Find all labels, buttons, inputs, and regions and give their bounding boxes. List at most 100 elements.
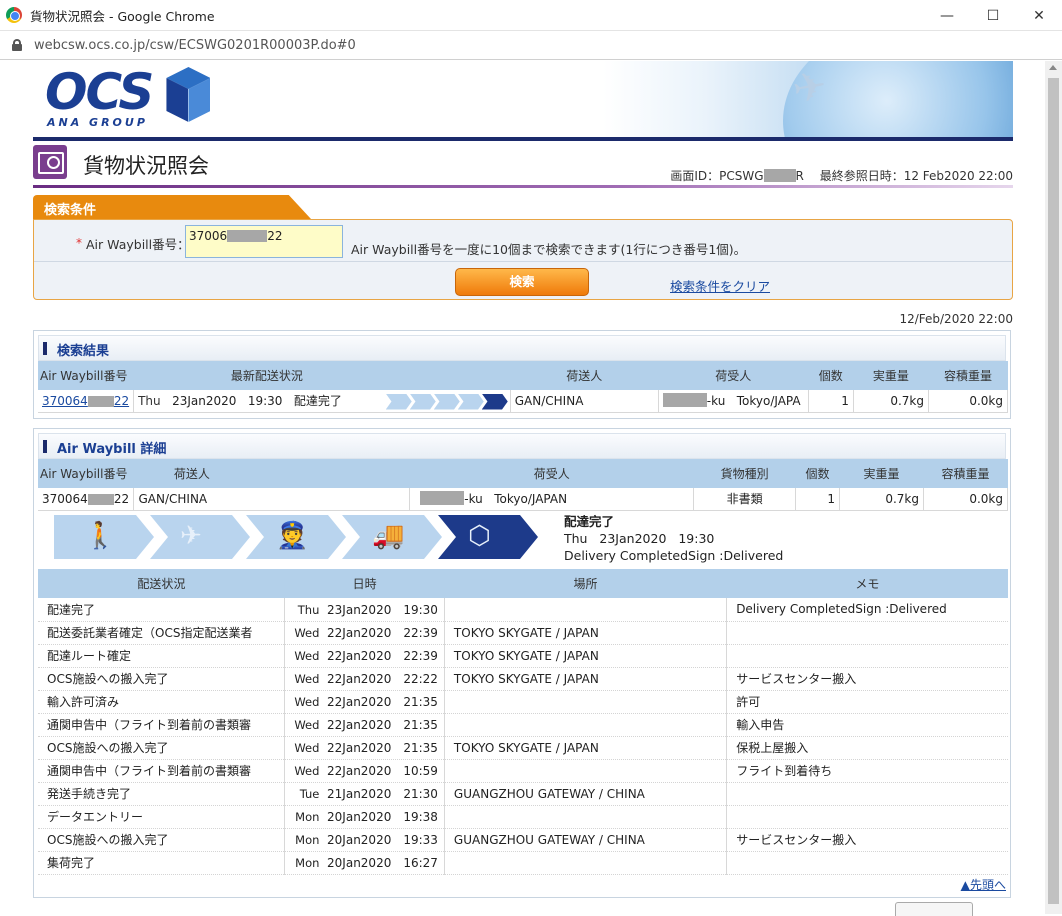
search-conditions-label: 検索条件 <box>44 203 97 218</box>
history-memo-cell <box>726 851 1008 875</box>
page-content: ✈ OCS ANA GROUP 貨物状況照会 画面ID：PCSWG R 最終参照日… <box>33 61 1013 916</box>
current-status-label: 配達完了 <box>564 514 615 529</box>
search-button[interactable]: 検索 <box>455 268 589 296</box>
history-datetime-cell: Mon 20Jan2020 19:33 <box>284 828 445 852</box>
ocs-logo[interactable]: OCS ANA GROUP <box>45 67 216 129</box>
history-memo-cell: サービスセンター搬入 <box>726 667 1008 691</box>
history-row: OCS施設への搬入完了 Wed 22Jan2020 22:22 TOKYO SKYG… <box>38 667 1008 691</box>
history-place-cell <box>444 598 728 622</box>
required-mark: * <box>76 236 82 250</box>
history-row: OCS施設への搬入完了 Wed 22Jan2020 21:35 TOKYO SKYG… <box>38 736 1008 760</box>
history-place-cell: TOKYO SKYGATE / JAPAN <box>444 736 728 760</box>
shipper-cell: GAN/CHINA <box>510 390 659 413</box>
title-rule <box>33 185 1013 188</box>
lock-icon[interactable] <box>12 39 22 51</box>
detail-header-row: Air Waybill番号 荷送人 荷受人 貨物種別 個数 実重量 容積重量 <box>38 459 1008 488</box>
masked-text <box>227 230 268 242</box>
history-datetime-cell: Mon 20Jan2020 16:27 <box>284 851 445 875</box>
chrome-logo-icon <box>6 7 22 23</box>
history-datetime-cell: Mon 20Jan2020 19:38 <box>284 805 445 829</box>
url-text[interactable]: webcsw.ocs.co.jp/csw/ECSWG0201R00003P.do… <box>34 38 356 53</box>
history-status-cell: 通関申告中（フライト到着前の書類審 <box>38 759 286 783</box>
walking-person-icon: 🚶 <box>84 521 117 551</box>
history-memo-cell: 保税上屋搬入 <box>726 736 1008 760</box>
search-results-title: 検索結果 <box>57 344 110 359</box>
result-timestamp: 12/Feb/2020 22:00 <box>899 312 1013 326</box>
search-panel: * Air Waybill番号： 37006 22 Air Waybill番号を一… <box>33 219 1013 300</box>
history-row: 発送手続き完了 Tue 21Jan2020 21:30 GUANGZHOU GATE… <box>38 782 1008 806</box>
logo-subtitle: ANA GROUP <box>47 116 148 129</box>
minimize-button[interactable]: — <box>924 0 970 31</box>
awb-label: Air Waybill番号： <box>86 237 190 252</box>
column-header: 容積重量 <box>928 361 1008 390</box>
current-status-time: Thu 23Jan2020 19:30 <box>564 531 715 546</box>
mini-step-icon <box>433 393 460 410</box>
history-place-cell: GUANGZHOU GATEWAY / CHINA <box>444 782 728 806</box>
history-memo-cell: 輸入申告 <box>726 713 1008 737</box>
column-header: 個数 <box>808 361 854 390</box>
awb-input[interactable]: 37006 22 <box>185 225 343 258</box>
close-window-button[interactable]: ✕ <box>1016 0 1062 31</box>
history-table: 配送状況 日時 場所 メモ 配達完了 Thu 23Jan2020 19:30 Del… <box>38 569 1008 875</box>
address-bar[interactable]: webcsw.ocs.co.jp/csw/ECSWG0201R00003P.do… <box>0 31 1062 60</box>
customs-officer-icon: 👮 <box>276 521 309 551</box>
latest-status-cell: Thu 23Jan2020 19:30 配達完了 <box>133 390 511 413</box>
column-header: 荷送人 <box>510 361 659 390</box>
history-row: 輸入許可済み Wed 22Jan2020 21:35 許可 <box>38 690 1008 714</box>
history-memo-cell <box>726 805 1008 829</box>
column-header: 実重量 <box>839 459 924 488</box>
awb-number-link[interactable]: 370064 22 <box>38 390 135 413</box>
history-status-cell: データエントリー <box>38 805 286 829</box>
status-date: 23Jan2020 <box>172 394 237 408</box>
history-status-cell: 輸入許可済み <box>38 690 286 714</box>
history-datetime-cell: Wed 22Jan2020 22:39 <box>284 644 445 668</box>
screen-info: 画面ID：PCSWG R 最終参照日時：12 Feb2020 22:00 <box>670 167 1013 184</box>
history-row: 配達完了 Thu 23Jan2020 19:30 Delivery Complete… <box>38 598 1008 622</box>
search-results-header: 検索結果 <box>38 335 1006 361</box>
results-table: Air Waybill番号 最新配送状況 荷送人 荷受人 個数 実重量 容積重量… <box>38 361 1009 413</box>
column-header: Air Waybill番号 <box>38 459 134 488</box>
history-datetime-cell: Wed 22Jan2020 21:35 <box>284 736 445 760</box>
history-datetime-cell: Tue 21Jan2020 21:30 <box>284 782 445 806</box>
history-place-cell: TOKYO SKYGATE / JAPAN <box>444 644 728 668</box>
header-banner: ✈ OCS ANA GROUP <box>33 61 1013 137</box>
vertical-scrollbar[interactable] <box>1045 61 1062 914</box>
awb-hint: Air Waybill番号を一度に10個まで検索できます(1行につき番号1個)。 <box>351 242 747 257</box>
history-memo-cell: Delivery CompletedSign :Delivered <box>726 598 1008 622</box>
history-memo-cell <box>726 782 1008 806</box>
history-body: 配達完了 Thu 23Jan2020 19:30 Delivery Complete… <box>38 598 1008 875</box>
window-title: 貨物状況照会 - Google Chrome <box>30 8 215 24</box>
column-header: 貨物種別 <box>693 459 796 488</box>
history-status-cell: OCS施設への搬入完了 <box>38 667 286 691</box>
history-status-cell: 通関申告中（フライト到着前の書類審 <box>38 713 286 737</box>
history-memo-cell <box>726 621 1008 645</box>
history-row: 通関申告中（フライト到着前の書類審 Wed 22Jan2020 10:59 フライト… <box>38 759 1008 783</box>
history-row: 配達ルート確定 Wed 22Jan2020 22:39 TOKYO SKYGATE … <box>38 644 1008 668</box>
column-header: 配送状況 <box>38 569 285 598</box>
pieces-cell: 1 <box>795 488 841 511</box>
maximize-button[interactable]: ☐ <box>970 0 1016 31</box>
consignee-cell: -ku Tokyo/JAPAN <box>409 488 695 511</box>
mini-step-icon <box>385 393 412 410</box>
mini-step-icon <box>409 393 436 410</box>
delivery-truck-icon: 🚚 <box>372 521 405 551</box>
panel-divider <box>34 261 1012 262</box>
airplane-icon: ✈ <box>180 521 202 551</box>
column-header: 容積重量 <box>923 459 1008 488</box>
step-completed: ⬡ <box>438 515 538 559</box>
consignee-cell: -ku Tokyo/JAPA <box>658 390 809 413</box>
history-place-cell <box>444 759 728 783</box>
screen-id-suffix: R <box>795 169 804 183</box>
history-status-cell: 配達完了 <box>38 598 286 622</box>
weight-cell: 0.7kg <box>853 390 929 413</box>
step-delivery: 🚚 <box>342 515 442 559</box>
last-reference-time: 最終参照日時：12 Feb2020 22:00 <box>819 169 1013 183</box>
back-to-top-link[interactable]: ▲先頭へ <box>961 876 1006 893</box>
column-header: 実重量 <box>853 361 929 390</box>
scroll-thumb[interactable] <box>1048 78 1059 904</box>
history-place-cell <box>444 805 728 829</box>
clear-conditions-link[interactable]: 検索条件をクリア <box>670 276 770 295</box>
column-header: Air Waybill番号 <box>38 361 134 390</box>
search-document-icon <box>33 145 67 179</box>
scroll-up-arrow-icon[interactable] <box>1049 65 1057 70</box>
